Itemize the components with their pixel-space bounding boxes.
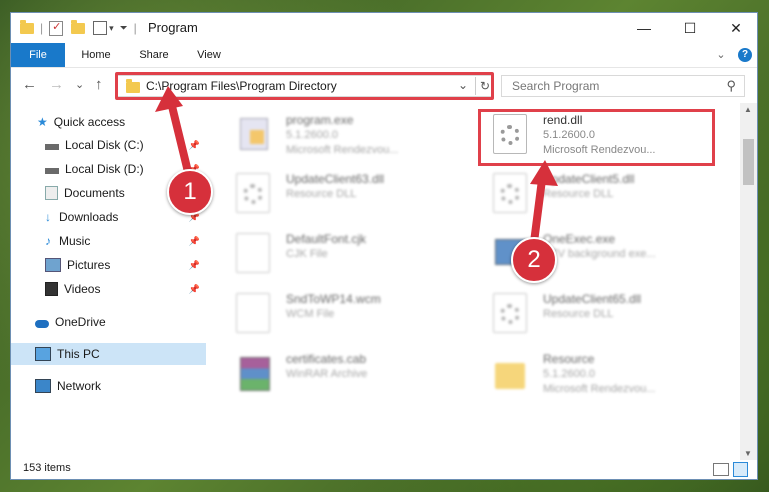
callout-1: 1 bbox=[167, 169, 213, 215]
arrow-2-head bbox=[530, 160, 558, 186]
arrow-1-shaft bbox=[166, 94, 194, 184]
arrow-1-head bbox=[155, 86, 183, 112]
annotation-arrows bbox=[155, 86, 558, 254]
callout-2: 2 bbox=[511, 237, 557, 283]
